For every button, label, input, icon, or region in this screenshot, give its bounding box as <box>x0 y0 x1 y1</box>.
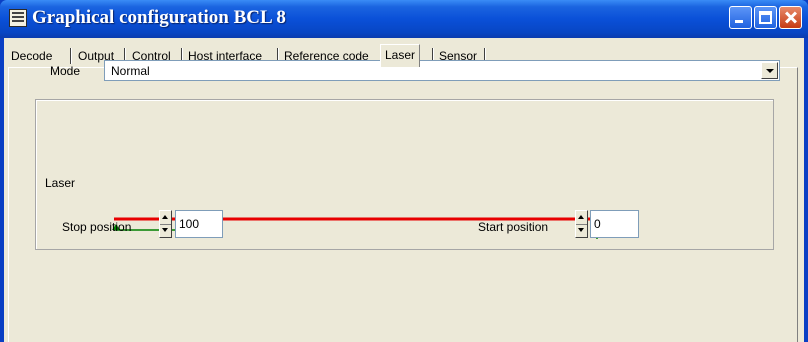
stop-position-input[interactable]: 100 <box>175 210 223 238</box>
mode-select[interactable]: Normal <box>104 60 780 81</box>
mode-label: Mode <box>50 64 81 78</box>
title-bar[interactable]: Graphical configuration BCL 8 <box>0 0 808 38</box>
close-button[interactable] <box>779 6 802 29</box>
spin-up-icon[interactable] <box>160 211 171 225</box>
app-icon[interactable] <box>9 9 27 27</box>
mode-selected-value: Normal <box>111 64 150 78</box>
tab-laser[interactable]: Laser <box>380 44 421 67</box>
spin-up-icon[interactable] <box>576 211 587 225</box>
tab-decode[interactable]: Decode <box>7 46 56 66</box>
start-position-label: Start position <box>478 220 549 234</box>
maximize-button[interactable] <box>754 6 777 29</box>
laser-label: Laser <box>45 176 76 190</box>
spin-down-icon[interactable] <box>576 224 587 237</box>
minimize-button[interactable] <box>729 6 752 29</box>
start-position-input[interactable]: 0 <box>590 210 639 238</box>
chevron-down-icon[interactable] <box>761 62 778 79</box>
stop-position-spinner[interactable] <box>159 210 172 238</box>
window-title: Graphical configuration BCL 8 <box>32 7 286 28</box>
stop-position-label: Stop position <box>62 220 132 234</box>
application-window: Graphical configuration BCL 8 Decode Out… <box>0 0 808 342</box>
spin-down-icon[interactable] <box>160 224 171 237</box>
tab-separator <box>70 48 71 64</box>
start-position-spinner[interactable] <box>575 210 588 238</box>
